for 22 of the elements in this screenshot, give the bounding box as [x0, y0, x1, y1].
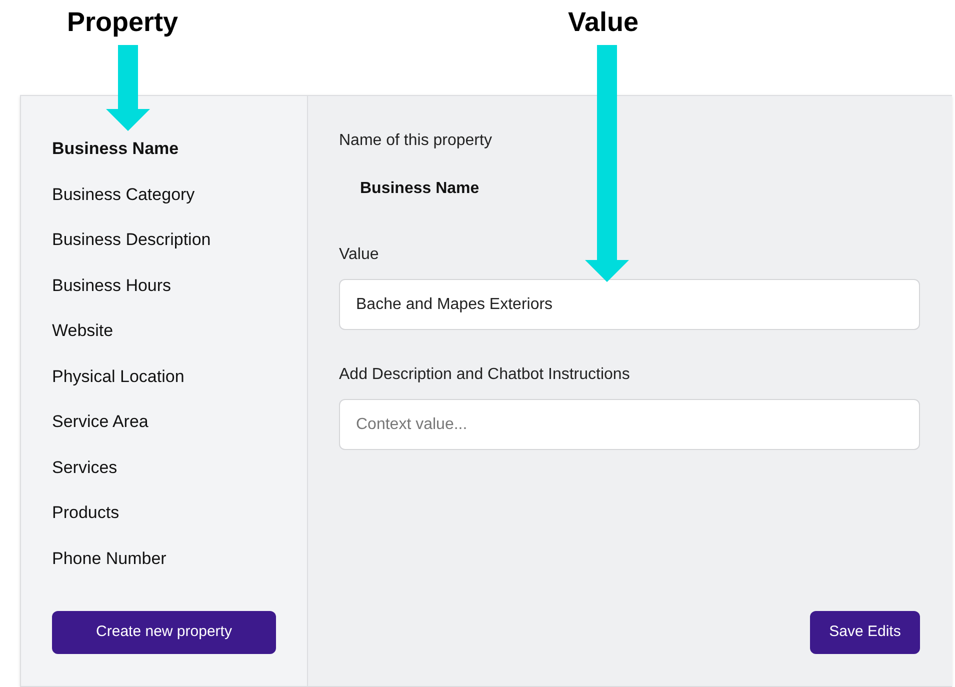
property-item[interactable]: Products: [52, 500, 276, 546]
property-item[interactable]: Service Area: [52, 409, 276, 454]
property-item[interactable]: Website: [52, 318, 276, 364]
field-label: Add Description and Chatbot Instructions: [339, 365, 631, 385]
property-item[interactable]: Physical Location: [52, 364, 276, 409]
property-item[interactable]: Phone Number: [52, 546, 276, 591]
arrow-icon: [585, 45, 629, 282]
property-item[interactable]: Business Description: [52, 227, 276, 272]
field-label: Value: [339, 245, 380, 265]
property-item[interactable]: Services: [52, 454, 276, 500]
annotation-label: Property: [67, 6, 178, 39]
property-item[interactable]: Business Name: [52, 136, 276, 182]
context-field[interactable]: Context value...: [339, 399, 920, 450]
annotation-label: Value: [568, 6, 639, 39]
property-item[interactable]: Business Category: [52, 182, 276, 227]
property-item[interactable]: Business Hours: [52, 272, 276, 318]
arrow-icon: [106, 45, 150, 131]
create-property-button[interactable]: Create new property: [52, 611, 276, 654]
property-name: Business Name: [360, 179, 480, 199]
save-button[interactable]: Save Edits: [810, 611, 920, 654]
field-label: Name of this property: [339, 131, 493, 151]
value-field[interactable]: Bache and Mapes Exteriors: [339, 279, 920, 330]
